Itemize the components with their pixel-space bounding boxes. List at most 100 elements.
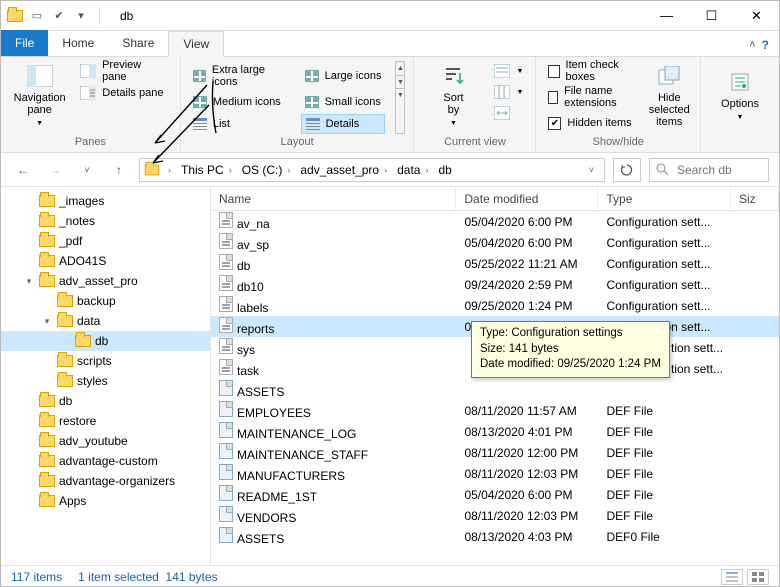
tree-item[interactable]: restore [1,411,210,431]
tree-item-label: scripts [77,354,112,368]
view-details-button[interactable] [721,569,743,585]
tree-item[interactable]: _images [1,191,210,211]
tooltip-line: Size: 141 bytes [480,342,661,358]
tree-item[interactable]: adv_youtube [1,431,210,451]
file-extensions-toggle[interactable]: File name extensions [544,87,640,107]
details-pane-button[interactable]: Details pane [76,83,172,103]
file-row[interactable]: VENDORS08/11/2020 12:03 PMDEF File [211,505,779,526]
file-row[interactable]: ASSETS08/13/2020 4:03 PMDEF0 File [211,526,779,547]
tree-item[interactable]: styles [1,371,210,391]
breadcrumb-item[interactable]: data› [393,159,432,181]
file-row[interactable]: labels09/25/2020 1:24 PMConfiguration se… [211,295,779,316]
search-box[interactable] [649,158,769,182]
layout-details[interactable]: Details [301,114,386,134]
file-row[interactable]: MANUFACTURERS08/11/2020 12:03 PMDEF File [211,463,779,484]
tree-item[interactable]: db [1,331,210,351]
view-thumbnails-button[interactable] [747,569,769,585]
hidden-items-toggle[interactable]: ✔Hidden items [544,113,640,133]
column-header-type[interactable]: Type [598,187,731,210]
file-type: DEF0 File [598,530,731,544]
sort-by-button[interactable]: Sort by ▼ [422,61,484,131]
file-row[interactable]: EMPLOYEES08/11/2020 11:57 AMDEF File [211,400,779,421]
file-date: 08/11/2020 11:57 AM [456,404,598,418]
file-row[interactable]: ASSETS [211,379,779,400]
layout-spinner[interactable]: ▲ ▼ ▼ [395,61,405,134]
recent-locations-button[interactable]: ˅ [75,158,99,182]
tree-item[interactable]: advantage-organizers [1,471,210,491]
options-button[interactable]: Options ▼ [709,61,771,131]
breadcrumb[interactable]: › This PC› OS (C:)› adv_asset_pro› data›… [139,158,605,182]
chevron-right-icon[interactable]: › [168,165,171,175]
file-row[interactable]: db1009/24/2020 2:59 PMConfiguration sett… [211,274,779,295]
item-checkboxes-toggle[interactable]: Item check boxes [544,61,640,81]
column-header-date[interactable]: Date modified [456,187,598,210]
qat-dropdown-icon[interactable]: ▾ [73,8,89,24]
file-row[interactable]: MAINTENANCE_STAFF08/11/2020 12:00 PMDEF … [211,442,779,463]
ribbon-group-currentview: Sort by ▼ ▼ ▼ Current view [414,57,536,152]
file-row[interactable]: README_1ST05/04/2020 6:00 PMDEF File [211,484,779,505]
qat-check-icon[interactable]: ✔ [51,8,67,24]
up-button[interactable]: ↑ [107,158,131,182]
folder-icon [57,375,73,387]
layout-extra-large-icons[interactable]: Extra large icons [189,61,291,91]
group-by-button[interactable]: ▼ [490,61,527,81]
tab-home[interactable]: Home [48,30,108,56]
column-header-name[interactable]: Name [211,187,456,210]
forward-button[interactable]: → [43,158,67,182]
breadcrumb-item[interactable]: adv_asset_pro› [296,159,391,181]
file-list[interactable]: Name Date modified Type Siz av_na05/04/2… [211,187,779,565]
chevron-right-icon: › [425,165,428,175]
breadcrumb-item[interactable]: This PC› [177,159,236,181]
maximize-button[interactable]: ☐ [689,1,734,31]
layout-small-icons[interactable]: Small icons [301,93,386,111]
add-columns-button[interactable]: ▼ [490,82,527,102]
tree-item[interactable]: scripts [1,351,210,371]
layout-medium-icons[interactable]: Medium icons [189,93,291,111]
file-list-header[interactable]: Name Date modified Type Siz [211,187,779,211]
file-row[interactable]: db05/25/2022 11:21 AMConfiguration sett.… [211,253,779,274]
close-button[interactable]: ✕ [734,1,779,31]
tab-view[interactable]: View [168,31,224,57]
tree-item[interactable]: advantage-custom [1,451,210,471]
tree-item[interactable]: backup [1,291,210,311]
layout-large-icons[interactable]: Large icons [301,61,386,91]
tab-file[interactable]: File [1,30,48,56]
file-date: 09/24/2020 2:59 PM [456,278,598,292]
tree-item[interactable]: ADO41S [1,251,210,271]
tree-item[interactable]: _notes [1,211,210,231]
search-input[interactable] [675,162,755,178]
size-columns-button[interactable] [490,103,527,123]
breadcrumb-item[interactable]: db [434,159,455,181]
file-row[interactable]: av_sp05/04/2020 6:00 PMConfiguration set… [211,232,779,253]
column-header-size[interactable]: Siz [731,187,779,210]
refresh-button[interactable] [613,158,641,182]
folder-icon [39,255,55,267]
folder-tree[interactable]: _images_notes_pdfADO41S▾adv_asset_probac… [1,187,211,565]
expand-icon[interactable]: ▾ [41,316,53,327]
tree-item[interactable]: Apps [1,491,210,511]
ribbon-collapse-icon[interactable]: ˄ [749,39,755,51]
tab-share[interactable]: Share [108,30,168,56]
layout-list[interactable]: List [189,114,291,134]
expand-icon[interactable]: ▾ [23,276,35,287]
breadcrumb-dropdown-icon[interactable]: ˅ [583,165,600,175]
qat-properties-icon[interactable]: ▭ [29,8,45,24]
chevron-down-icon[interactable]: ▼ [396,75,404,88]
chevron-down-icon[interactable]: ▼ [396,88,404,101]
tree-item-label: db [59,394,72,408]
breadcrumb-item[interactable]: OS (C:)› [238,159,295,181]
hide-selected-button[interactable]: Hide selected items [647,61,693,131]
breadcrumb-label: This PC [181,163,224,177]
tree-item[interactable]: db [1,391,210,411]
file-row[interactable]: MAINTENANCE_LOG08/13/2020 4:01 PMDEF Fil… [211,421,779,442]
file-row[interactable]: av_na05/04/2020 6:00 PMConfiguration set… [211,211,779,232]
tree-item[interactable]: _pdf [1,231,210,251]
back-button[interactable]: ← [11,158,35,182]
chevron-up-icon[interactable]: ▲ [396,62,404,75]
tree-item[interactable]: ▾adv_asset_pro [1,271,210,291]
minimize-button[interactable]: — [644,1,689,31]
tree-item[interactable]: ▾data [1,311,210,331]
preview-pane-button[interactable]: Preview pane [76,61,172,81]
navigation-pane-button[interactable]: Navigation pane ▼ [9,61,70,131]
help-icon[interactable]: ? [762,38,769,52]
